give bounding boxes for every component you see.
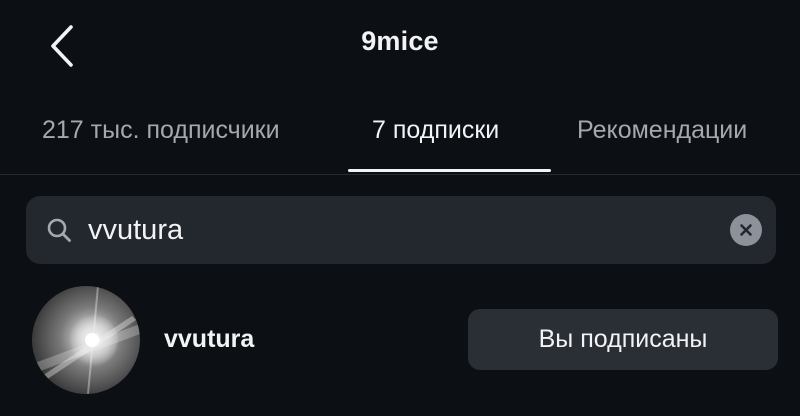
search-input[interactable] xyxy=(88,206,708,254)
username[interactable]: vvutura xyxy=(164,325,254,354)
following-button[interactable]: Вы подписаны xyxy=(468,309,778,370)
tab-following[interactable]: 7 подписки xyxy=(372,116,499,145)
clear-search-button[interactable] xyxy=(730,214,762,246)
avatar-image xyxy=(32,286,140,394)
page-title: 9mice xyxy=(361,26,439,56)
header: 9mice xyxy=(0,0,800,92)
tab-recommendations[interactable]: Рекомендации xyxy=(577,116,747,145)
tab-bar: 217 тыс. подписчики 7 подписки Рекоменда… xyxy=(0,92,800,175)
active-tab-indicator xyxy=(348,169,551,172)
search-bar[interactable] xyxy=(26,196,776,264)
list-item[interactable]: vvutura Вы подписаны xyxy=(0,284,800,396)
tab-followers[interactable]: 217 тыс. подписчики xyxy=(42,116,280,145)
search-icon xyxy=(47,218,71,242)
clear-icon xyxy=(740,224,752,236)
avatar[interactable] xyxy=(32,286,140,394)
